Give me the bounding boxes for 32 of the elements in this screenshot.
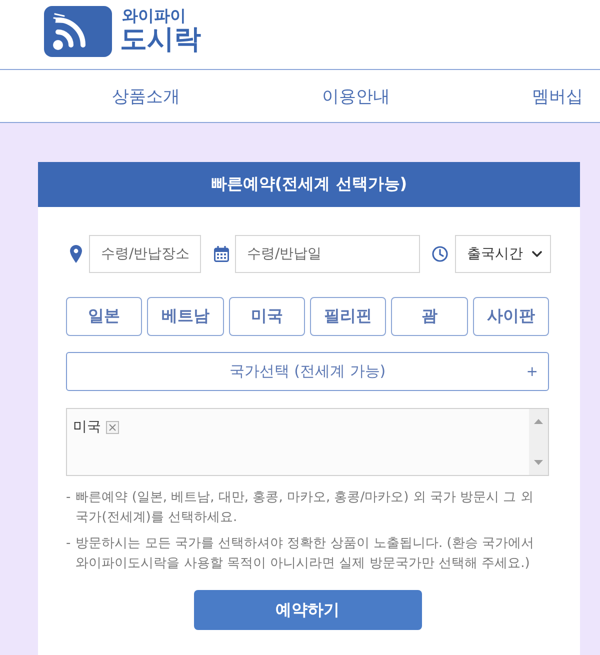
country-select-button[interactable]: 국가선택 (전세계 가능) + (66, 352, 549, 391)
country-button[interactable]: 괌 (391, 297, 468, 336)
location-pin-icon (70, 245, 82, 263)
remove-icon[interactable] (106, 420, 119, 434)
logo-text: 와이파이 (122, 8, 187, 24)
scroll-up-icon[interactable] (534, 419, 543, 424)
note-text: 방문하시는 모든 국가를 선택하셔야 정확한 상품이 노출됩니다. (환승 국가에서 와이파이도시락을 사용할 목적이 아니시라면 실제 방문국가만 선택해 주세요.) (76, 535, 535, 573)
logo-text: 도시락 (120, 26, 201, 53)
note-bullet: - (66, 535, 71, 553)
time-select[interactable]: 출국시간 (455, 235, 551, 273)
country-button[interactable]: 사이판 (472, 297, 549, 336)
nav-link[interactable]: 이용안내 (322, 84, 390, 108)
note-bullet: - (66, 489, 71, 507)
country-button[interactable]: 미국 (228, 297, 305, 336)
scroll-down-icon[interactable] (534, 460, 543, 465)
scrollbar[interactable] (529, 409, 548, 475)
nav-link[interactable]: 멤버십 (532, 84, 583, 108)
country-button[interactable]: 베트남 (147, 297, 224, 336)
card-title-bar: 빠른예약(전세계 선택가능) (38, 162, 580, 207)
reserve-button[interactable]: 예약하기 (194, 590, 422, 630)
selected-countries-box[interactable]: 미국 (66, 408, 549, 476)
logo-icon[interactable] (44, 6, 112, 57)
nav-link[interactable]: 상품소개 (112, 84, 180, 108)
clock-icon (432, 246, 448, 262)
chevron-down-icon (532, 251, 542, 257)
country-button[interactable]: 일본 (66, 297, 142, 336)
country-button[interactable]: 필리핀 (310, 297, 386, 336)
country-tag: 미국 (73, 418, 101, 436)
date-input[interactable]: 수령/반납일 (235, 235, 420, 273)
place-input[interactable]: 수령/반납장소 (89, 235, 201, 273)
calendar-icon (214, 246, 229, 262)
note-text: 빠른예약 (일본, 베트남, 대만, 홍콩, 마카오, 홍콩/마카오) 외 국가 방문시 그 외 국가(전세계)를 선택하세요. (76, 489, 534, 527)
